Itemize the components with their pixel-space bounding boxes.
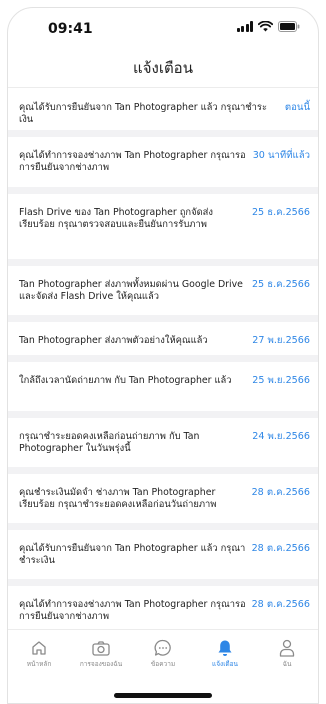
chat-icon [154, 638, 172, 658]
notification-time: 25 ธ.ค.2566 [251, 279, 310, 290]
notification-message: ใกล้ถึงเวลานัดถ่ายภาพ กับ Tan Photograph… [19, 375, 232, 386]
nav-item-notifications[interactable]: แจ้งเตือน [197, 638, 253, 669]
home-icon [31, 638, 47, 658]
status-icons [236, 21, 301, 32]
bottom-nav: หน้าหลัก การจองของฉัน ข้อความ แจ้งเตือน … [8, 629, 318, 675]
notification-message: Tan Photographer ส่งภาพตัวอย่างให้คุณแล้… [19, 335, 208, 346]
nav-label: ข้อความ [150, 660, 176, 668]
notification-time: 28 ต.ค.2566 [251, 599, 310, 610]
camera-icon [92, 638, 110, 658]
notification-time: 30 นาทีที่แล้ว [252, 150, 310, 161]
phone-screen: 09:41 แจ้งเตือน คุณได้รับการยืนยันจาก Ta… [7, 7, 319, 704]
notification-time: 27 พ.ย.2566 [252, 335, 310, 346]
notification-time: 28 ต.ค.2566 [251, 487, 310, 498]
notification-time: 25 ธ.ค.2566 [251, 207, 310, 218]
nav-label: หน้าหลัก [26, 660, 52, 668]
notification-message: คุณชำระเงินมัดจำ ช่างภาพ Tan Photographe… [19, 487, 217, 510]
notification-item[interactable]: Flash Drive ของ Tan Photographer ถูกจัดส… [8, 194, 318, 266]
home-indicator[interactable] [114, 693, 212, 698]
nav-label: แจ้งเตือน [212, 660, 238, 668]
notification-time: ตอนนี้ [284, 102, 310, 113]
signal-icon [236, 21, 253, 32]
notification-message: Flash Drive ของ Tan Photographer ถูกจัดส… [19, 207, 213, 230]
notification-message: คุณได้ทำการจองช่างภาพ Tan Photographer ก… [19, 599, 246, 622]
notification-time: 25 พ.ย.2566 [252, 375, 310, 386]
nav-label: ฉัน [282, 660, 292, 668]
notification-message: คุณได้รับการยืนยันจาก Tan Photographer แ… [19, 102, 267, 125]
status-bar: 09:41 [8, 8, 318, 48]
notification-item[interactable]: คุณได้รับการยืนยันจาก Tan Photographer แ… [8, 530, 318, 586]
notification-item[interactable]: Tan Photographer ส่งภาพทั้งหมดผ่าน Googl… [8, 266, 318, 322]
wifi-icon [258, 21, 273, 32]
nav-item-bookings[interactable]: การจองของฉัน [73, 638, 129, 669]
notification-item[interactable]: ใกล้ถึงเวลานัดถ่ายภาพ กับ Tan Photograph… [8, 362, 318, 418]
notification-message: กรุณาชำระยอดคงเหลือก่อนถ่ายภาพ กับ Tan P… [19, 431, 200, 454]
notification-item[interactable]: กรุณาชำระยอดคงเหลือก่อนถ่ายภาพ กับ Tan P… [8, 418, 318, 474]
notification-item[interactable]: คุณได้ทำการจองช่างภาพ Tan Photographer ก… [8, 137, 318, 194]
notification-list: คุณได้รับการยืนยันจาก Tan Photographer แ… [8, 89, 318, 642]
notification-message: Tan Photographer ส่งภาพทั้งหมดผ่าน Googl… [19, 279, 243, 302]
nav-item-messages[interactable]: ข้อความ [135, 638, 191, 669]
notification-message: คุณได้รับการยืนยันจาก Tan Photographer แ… [19, 543, 246, 566]
notification-message: คุณได้ทำการจองช่างภาพ Tan Photographer ก… [19, 150, 246, 173]
page-header: แจ้งเตือน [8, 48, 318, 88]
status-time: 09:41 [48, 21, 93, 37]
page-title: แจ้งเตือน [133, 58, 193, 77]
notification-time: 28 ต.ค.2566 [251, 543, 310, 554]
battery-icon [278, 21, 300, 32]
nav-item-home[interactable]: หน้าหลัก [11, 638, 67, 669]
notification-item[interactable]: Tan Photographer ส่งภาพตัวอย่างให้คุณแล้… [8, 322, 318, 362]
notification-item[interactable]: คุณได้รับการยืนยันจาก Tan Photographer แ… [8, 89, 318, 137]
nav-label: การจองของฉัน [79, 660, 123, 668]
user-icon [279, 638, 295, 658]
bell-icon [217, 638, 233, 658]
nav-item-profile[interactable]: ฉัน [259, 638, 315, 669]
notification-time: 24 พ.ย.2566 [252, 431, 310, 442]
notification-item[interactable]: คุณชำระเงินมัดจำ ช่างภาพ Tan Photographe… [8, 474, 318, 530]
